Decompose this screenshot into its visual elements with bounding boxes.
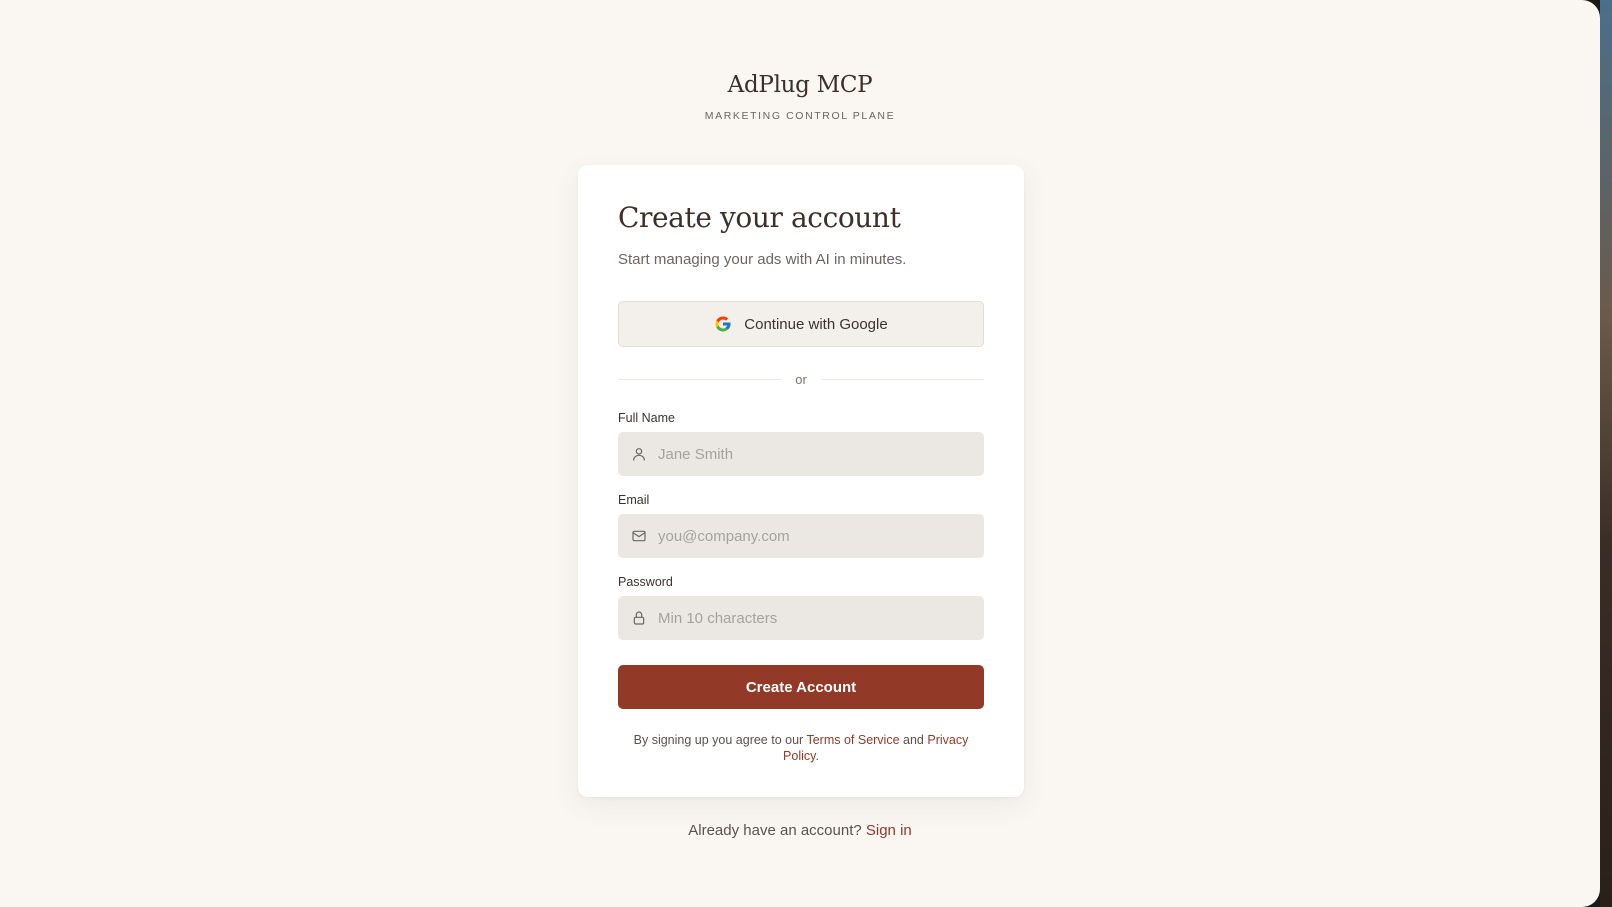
full-name-input[interactable] [658,445,984,463]
divider-line-right [820,378,984,380]
page: AdPlug MCP MARKETING CONTROL PLANE Creat… [0,0,1600,907]
brand-subtitle: MARKETING CONTROL PLANE [704,110,896,122]
terms-prefix: By signing up you agree to our [633,733,807,747]
email-label: Email [618,493,650,507]
terms-notice: By signing up you agree to our Terms of … [618,732,984,764]
signup-card: Create your account Start managing your … [578,165,1024,797]
card-subtitle: Start managing your ads with AI in minut… [618,251,907,268]
terms-middle: and [899,733,928,747]
mail-icon [632,530,646,542]
user-icon [633,448,645,461]
divider-text: or [795,371,807,387]
create-account-button[interactable]: Create Account [618,665,984,709]
full-name-label: Full Name [618,411,675,425]
signin-prompt: Already have an account? Sign in [0,822,1600,839]
email-field[interactable] [618,514,984,558]
continue-with-google-button[interactable]: Continue with Google [618,301,984,347]
or-divider: or [618,371,984,387]
password-input[interactable] [658,609,984,627]
terms-suffix: . [815,749,819,763]
window-edge [1600,0,1612,907]
divider-line-left [618,378,782,380]
password-field[interactable] [618,596,984,640]
email-input[interactable] [658,527,984,545]
card-title: Create your account [618,201,901,234]
signin-prompt-text: Already have an account? [688,822,866,839]
google-icon [715,316,731,332]
full-name-field[interactable] [618,432,984,476]
sign-in-link[interactable]: Sign in [866,822,912,839]
terms-of-service-link[interactable]: Terms of Service [806,733,899,747]
google-button-label: Continue with Google [744,315,888,333]
brand-title: AdPlug MCP [727,72,873,98]
password-label: Password [618,575,673,589]
lock-icon [633,611,645,625]
